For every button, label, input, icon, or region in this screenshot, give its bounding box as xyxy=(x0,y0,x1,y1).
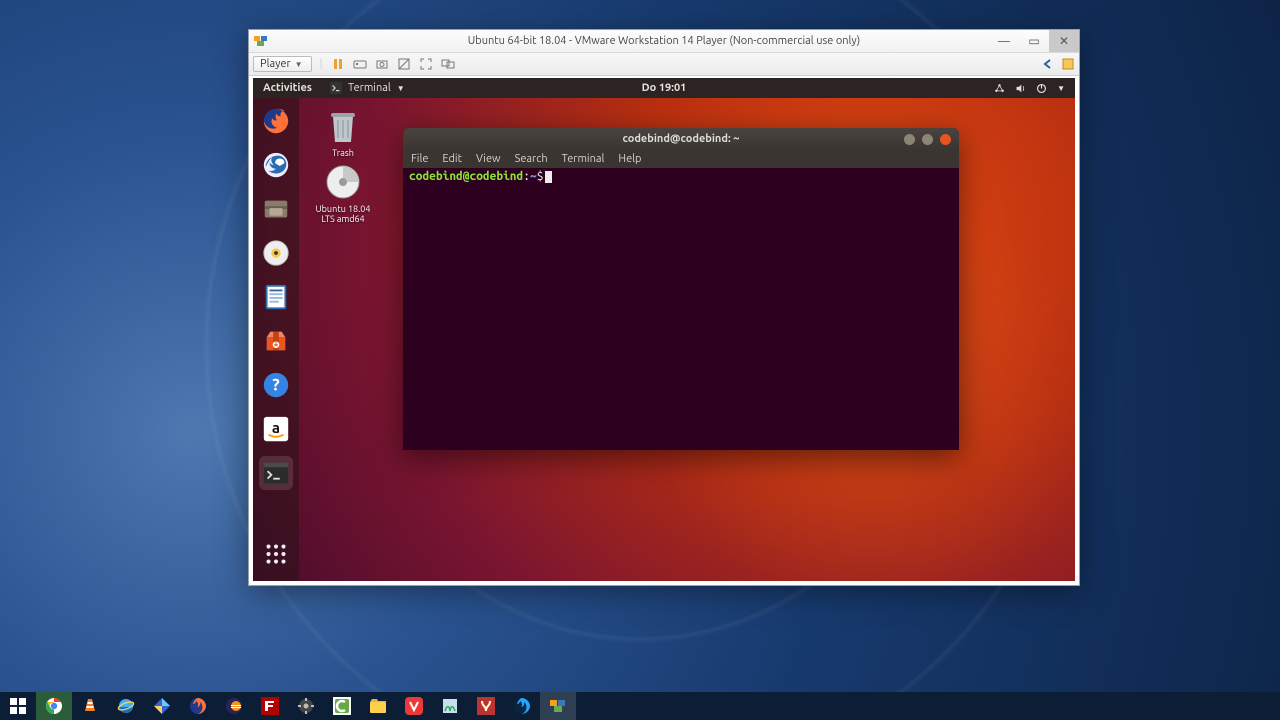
taskbar-firefox[interactable] xyxy=(180,692,216,720)
dock-help[interactable]: ? xyxy=(259,368,293,402)
dock-thunderbird[interactable] xyxy=(259,148,293,182)
player-menu-button[interactable]: Player ▼ xyxy=(253,56,312,72)
ubuntu-dock: ? a xyxy=(253,98,299,581)
terminal-body[interactable]: codebind@codebind:~$ xyxy=(403,168,959,450)
desktop-trash[interactable]: Trash xyxy=(315,106,371,158)
chevron-down-icon: ▼ xyxy=(295,60,303,69)
start-button[interactable] xyxy=(0,692,36,720)
taskbar-explorer[interactable] xyxy=(360,692,396,720)
system-status-area[interactable]: ▼ xyxy=(994,83,1065,94)
snapshot-icon[interactable] xyxy=(375,57,389,71)
gnome-terminal-window[interactable]: codebind@codebind: ~ File Edit View Sear… xyxy=(403,128,959,450)
taskbar-handbrake[interactable] xyxy=(468,692,504,720)
dock-rhythmbox[interactable] xyxy=(259,236,293,270)
dock-firefox[interactable] xyxy=(259,104,293,138)
menu-search[interactable]: Search xyxy=(515,153,548,165)
vmware-toolbar: Player ▼ | xyxy=(249,53,1079,76)
terminal-menubar: File Edit View Search Terminal Help xyxy=(403,150,959,168)
menu-help[interactable]: Help xyxy=(618,153,641,165)
manage-icon[interactable] xyxy=(1061,57,1075,71)
chevron-down-icon: ▼ xyxy=(397,84,405,93)
vmware-app-icon xyxy=(253,33,269,49)
taskbar-firefox-dev[interactable] xyxy=(504,692,540,720)
menu-view[interactable]: View xyxy=(476,153,501,165)
terminal-minimize-button[interactable] xyxy=(904,134,915,145)
menu-terminal[interactable]: Terminal xyxy=(562,153,605,165)
taskbar-filezilla[interactable] xyxy=(252,692,288,720)
vmware-titlebar[interactable]: Ubuntu 64-bit 18.04 - VMware Workstation… xyxy=(249,30,1079,53)
dock-amazon[interactable]: a xyxy=(259,412,293,446)
taskbar-camtasia[interactable] xyxy=(324,692,360,720)
taskbar-app-diamond[interactable] xyxy=(144,692,180,720)
prompt-user: codebind@codebind xyxy=(409,170,523,183)
taskbar-notepadpp[interactable] xyxy=(432,692,468,720)
network-icon xyxy=(994,83,1005,94)
taskbar-eclipse[interactable] xyxy=(216,692,252,720)
taskbar-settings[interactable] xyxy=(288,692,324,720)
pause-icon[interactable] xyxy=(331,57,345,71)
dock-software[interactable] xyxy=(259,324,293,358)
taskbar-chrome[interactable] xyxy=(36,692,72,720)
dock-writer[interactable] xyxy=(259,280,293,314)
activities-button[interactable]: Activities xyxy=(263,82,312,94)
menu-edit[interactable]: Edit xyxy=(442,153,462,165)
taskbar-vmware-active[interactable] xyxy=(540,692,576,720)
desktop-trash-label: Trash xyxy=(315,148,371,158)
desktop-install-media[interactable]: Ubuntu 18.04 LTS amd64 xyxy=(315,162,371,225)
ubuntu-desktop[interactable]: Activities Terminal ▼ Do 19:01 ▼ xyxy=(253,78,1075,581)
close-button[interactable]: ✕ xyxy=(1049,30,1079,52)
app-menu[interactable]: Terminal ▼ xyxy=(330,82,405,94)
terminal-close-button[interactable] xyxy=(940,134,951,145)
player-menu-label: Player xyxy=(260,58,291,70)
menu-file[interactable]: File xyxy=(411,153,428,165)
dock-files[interactable] xyxy=(259,192,293,226)
show-applications-button[interactable] xyxy=(259,537,293,571)
terminal-maximize-button[interactable] xyxy=(922,134,933,145)
collapse-icon[interactable] xyxy=(1041,57,1055,71)
vmware-player-window: Ubuntu 64-bit 18.04 - VMware Workstation… xyxy=(248,29,1080,586)
svg-text:?: ? xyxy=(272,376,279,395)
terminal-icon xyxy=(330,82,342,94)
taskbar-vlc[interactable] xyxy=(72,692,108,720)
terminal-title: codebind@codebind: ~ xyxy=(403,133,959,145)
terminal-titlebar[interactable]: codebind@codebind: ~ xyxy=(403,128,959,150)
taskbar-ie[interactable] xyxy=(108,692,144,720)
taskbar-vivaldi[interactable] xyxy=(396,692,432,720)
power-icon xyxy=(1036,83,1047,94)
unity-icon[interactable] xyxy=(397,57,411,71)
chevron-down-icon: ▼ xyxy=(1057,84,1065,93)
volume-icon xyxy=(1015,83,1026,94)
prompt-path: ~ xyxy=(530,170,537,183)
minimize-button[interactable]: — xyxy=(989,30,1019,52)
terminal-cursor xyxy=(545,171,552,183)
multiple-monitors-icon[interactable] xyxy=(441,57,455,71)
gnome-top-bar: Activities Terminal ▼ Do 19:01 ▼ xyxy=(253,78,1075,98)
vmware-window-title: Ubuntu 64-bit 18.04 - VMware Workstation… xyxy=(249,35,1079,47)
desktop-install-label: Ubuntu 18.04 LTS amd64 xyxy=(315,204,371,225)
send-ctrlaltdel-icon[interactable] xyxy=(353,57,367,71)
dock-terminal[interactable] xyxy=(259,456,293,490)
maximize-button[interactable]: ▭ xyxy=(1019,30,1049,52)
app-menu-label: Terminal xyxy=(348,82,391,94)
windows-taskbar xyxy=(0,692,1280,720)
fullscreen-icon[interactable] xyxy=(419,57,433,71)
svg-text:a: a xyxy=(272,419,280,436)
